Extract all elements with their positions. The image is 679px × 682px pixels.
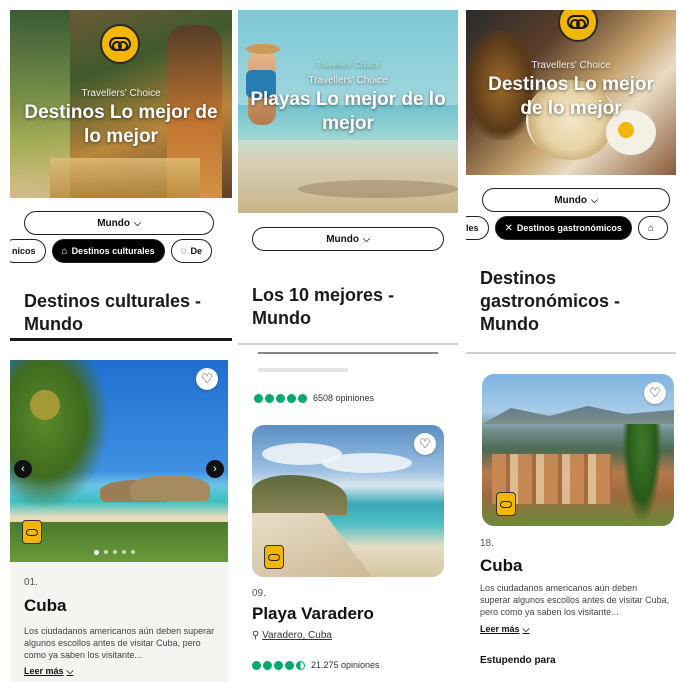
card-title[interactable]: Playa Varadero [252, 604, 374, 624]
truncated-line [258, 368, 348, 372]
region-filter-button[interactable]: Mundo ⌵ [252, 227, 444, 251]
hero-title: Destinos Lo mejor de lo mejor [488, 74, 654, 119]
card-rank: 09. [252, 588, 266, 599]
hero-label: Travellers' Choice [81, 88, 161, 99]
rating-bubble-icon [252, 660, 261, 670]
chat-icon: ◌ [180, 245, 187, 257]
carousel-dots [94, 550, 135, 555]
save-heart-icon[interactable]: ♡ [196, 368, 218, 390]
region-filter-label: Mundo [554, 194, 587, 206]
chevron-down-icon: ⌵ [362, 233, 370, 244]
card-rank: 18. [480, 538, 494, 549]
region-filter-label: Mundo [326, 233, 359, 245]
travellers-choice-small-badge [264, 545, 284, 569]
read-more-link[interactable]: Leer más ⌵ [480, 624, 529, 635]
beach-card-image[interactable]: ♡ [252, 425, 444, 577]
category-chips: nicos ⌂ Destinos culturales ◌ De [10, 239, 213, 263]
chevron-down-icon: ⌵ [522, 624, 530, 634]
chevron-down-icon: ⌵ [66, 666, 74, 676]
destination-card-image[interactable]: ♡ [482, 374, 674, 526]
hero-banner: Travellers' Choice Destinos Lo mejor de … [466, 10, 676, 175]
read-more-label: Leer más [24, 666, 64, 676]
hero-text: Travellers' Choice Destinos Lo mejor de … [10, 88, 232, 149]
section-divider [238, 343, 458, 345]
hero-label: Travellers' Choice [308, 75, 388, 86]
location-pin-icon: ⚲ [252, 630, 260, 641]
category-chips: les ✕ Destinos gastronómicos ⌂ [466, 216, 668, 240]
great-for-heading: Estupendo para [480, 655, 556, 666]
save-heart-icon[interactable]: ♡ [644, 382, 666, 404]
read-more-link[interactable]: Leer más ⌵ [24, 666, 73, 677]
chip-previous-category[interactable]: les [466, 216, 489, 240]
hero-banner: Travellers' Choice Destinos Lo mejor de … [10, 10, 232, 198]
rating-bubble-icon [274, 660, 283, 670]
location-label: Varadero, Cuba [262, 630, 332, 641]
scroll-indicator [258, 352, 438, 354]
hero-banner: Travellers' Choice Travellers' Choice Pl… [238, 10, 458, 213]
region-filter-button[interactable]: Mundo ⌵ [24, 211, 214, 235]
panel-cultural-destinations: Travellers' Choice Destinos Lo mejor de … [10, 0, 232, 682]
chip-cultural-destinations[interactable]: ⌂ Destinos culturales [51, 239, 165, 263]
section-divider [466, 352, 676, 354]
save-heart-icon[interactable]: ♡ [414, 433, 436, 455]
rating-bubble-icon [298, 393, 307, 403]
chevron-down-icon: ⌵ [590, 194, 598, 205]
chip-label: nicos [12, 246, 36, 256]
panel-food-destinations: Travellers' Choice Destinos Lo mejor de … [466, 0, 676, 682]
chip-next-category[interactable]: ◌ De [170, 239, 213, 263]
panel-beaches: Travellers' Choice Travellers' Choice Pl… [238, 0, 458, 682]
carousel-prev-arrow-icon[interactable]: ‹ [14, 460, 32, 478]
card-rank: 01. [24, 577, 38, 588]
card-title[interactable]: Cuba [480, 556, 523, 576]
chevron-down-icon: ⌵ [133, 217, 141, 228]
travellers-choice-small-badge [22, 520, 42, 544]
hero-label-small: Travellers' Choice [316, 60, 380, 69]
chip-next-category[interactable]: ⌂ [637, 216, 668, 240]
section-title: Los 10 mejores - Mundo [252, 285, 395, 328]
carousel-next-arrow-icon[interactable]: › [206, 460, 224, 478]
card-title[interactable]: Cuba [24, 596, 67, 616]
chip-label: Destinos culturales [71, 246, 155, 256]
hero-text: Travellers' Choice Travellers' Choice Pl… [238, 60, 458, 136]
region-filter-label: Mundo [97, 217, 130, 229]
hero-label: Travellers' Choice [531, 60, 611, 71]
rating-bubble-icon [287, 393, 296, 403]
chip-label: les [466, 223, 479, 233]
rating-bubble-icon [263, 660, 272, 670]
review-count: 21.275 opiniones [311, 660, 380, 670]
previous-card-rating: 6508 opiniones [254, 393, 374, 403]
chip-previous-category[interactable]: nicos [10, 239, 46, 263]
chip-label: Destinos gastronómicos [516, 223, 622, 233]
utensils-icon: ✕ [504, 222, 513, 234]
card-description: Los ciudadanos americanos aún deben supe… [24, 626, 215, 660]
chip-label: De [190, 246, 203, 256]
card-description: Los ciudadanos americanos aún deben supe… [480, 583, 670, 617]
travellers-choice-badge [100, 24, 140, 64]
read-more-label: Leer más [480, 624, 520, 634]
landmark-icon: ⌂ [61, 245, 68, 257]
section-title: Destinos culturales - Mundo [24, 291, 202, 334]
rating-bubble-icon [276, 393, 285, 403]
card-body [10, 562, 228, 682]
section-divider [10, 338, 232, 341]
rating-bubble-icon [265, 393, 274, 403]
region-filter-button[interactable]: Mundo ⌵ [482, 188, 670, 212]
chip-food-destinations[interactable]: ✕ Destinos gastronómicos [494, 216, 632, 240]
card-rating: 21.275 opiniones [252, 660, 380, 670]
section-title: Destinos gastronómicos - Mundo [480, 268, 621, 334]
hero-title: Destinos Lo mejor de lo mejor [24, 102, 218, 147]
travellers-choice-small-badge [496, 492, 516, 516]
hero-title: Playas Lo mejor de lo mejor [250, 89, 446, 134]
destination-card-image[interactable]: ♡ ‹ › [10, 360, 228, 562]
rating-bubble-icon [285, 660, 294, 670]
review-count: 6508 opiniones [313, 393, 375, 403]
landmark-icon: ⌂ [647, 222, 654, 234]
card-location[interactable]: ⚲ Varadero, Cuba [252, 630, 332, 641]
hero-text: Travellers' Choice Destinos Lo mejor de … [466, 60, 676, 121]
rating-half-bubble-icon [296, 660, 305, 670]
rating-bubble-icon [254, 393, 263, 403]
